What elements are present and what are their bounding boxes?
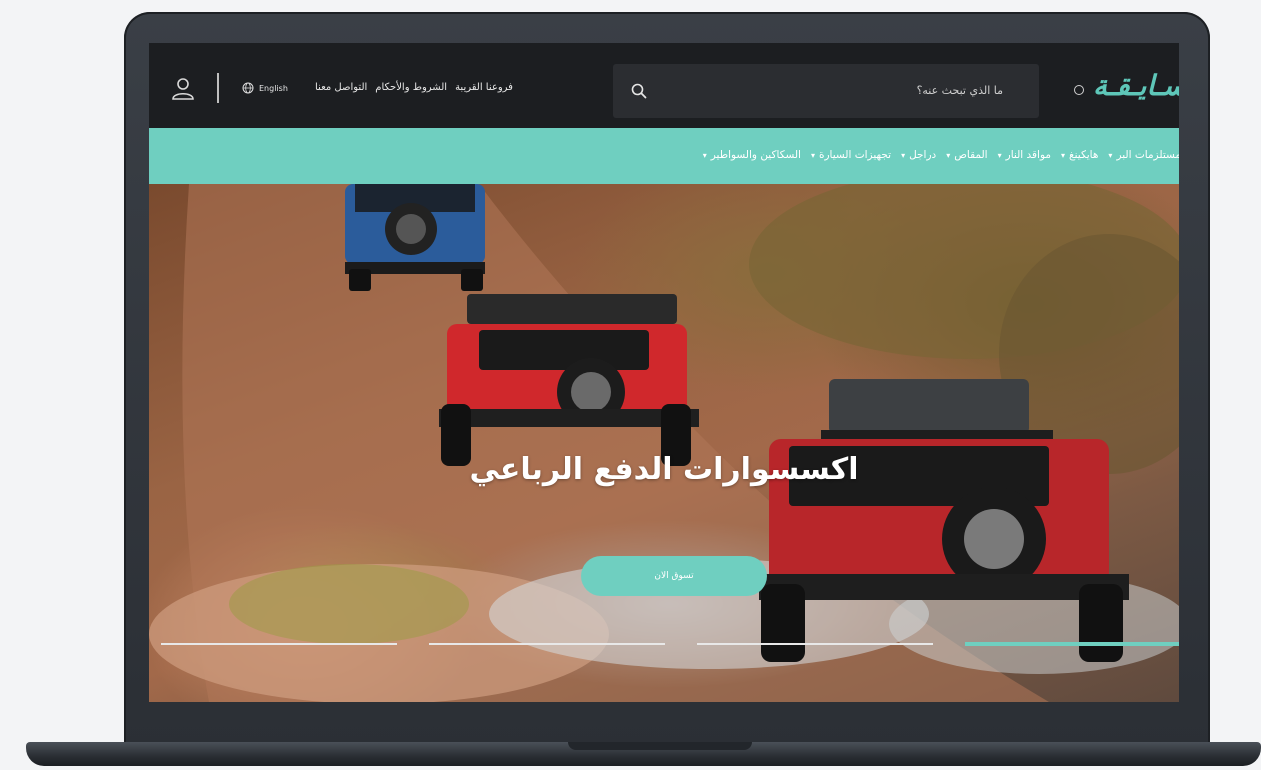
slide-indicator-3[interactable]	[697, 643, 933, 645]
nav-label: تجهيزات السيارة	[818, 149, 892, 161]
user-icon[interactable]	[171, 76, 195, 100]
laptop-screen: English فروعنا القريبة الشروط والأحكام ا…	[149, 43, 1179, 702]
nav-label: دراجل	[909, 149, 937, 161]
shop-now-button[interactable]: تسوق الان	[581, 556, 767, 596]
link-contact[interactable]: التواصل معنا	[315, 82, 367, 93]
hero-title: اكسسوارات الدفع الرباعي	[469, 452, 859, 487]
search-input[interactable]: ما الذي تبحث عنه؟	[613, 64, 1039, 118]
slide-indicator-2[interactable]	[429, 643, 665, 645]
slider-indicators	[161, 642, 1179, 647]
registered-mark-icon	[1074, 85, 1084, 95]
language-switch[interactable]: English	[242, 82, 288, 94]
link-nearby-branches[interactable]: فروعنا القريبة	[455, 82, 513, 93]
nav-item-bikes[interactable]: دراجل ▾	[901, 149, 936, 161]
search-placeholder: ما الذي تبحث عنه؟	[916, 84, 1003, 97]
chevron-down-icon: ▾	[810, 150, 815, 160]
slide-indicator-4[interactable]	[965, 642, 1179, 646]
nav-item-fire-stoves[interactable]: مواقد النار ▾	[998, 149, 1051, 161]
chevron-down-icon: ▾	[946, 150, 951, 160]
chevron-down-icon: ▾	[997, 150, 1002, 160]
nav-label: المقاص	[954, 149, 988, 161]
chevron-down-icon: ▾	[1061, 150, 1066, 160]
slide-indicator-1[interactable]	[161, 643, 397, 645]
language-label: English	[259, 83, 288, 93]
nav-label: هايكينغ	[1069, 149, 1099, 161]
chevron-down-icon: ▾	[1108, 150, 1113, 160]
nav-item-outdoor-supplies[interactable]: مستلزمات البر ▾	[1108, 149, 1179, 161]
chevron-down-icon: ▾	[901, 150, 906, 160]
brand-logo[interactable]: سـايـقـة	[1093, 69, 1179, 102]
nav-label: مستلزمات البر	[1116, 149, 1179, 161]
chevron-down-icon: ▾	[702, 150, 707, 160]
nav-item-knives[interactable]: السكاكين والسواطير ▾	[703, 149, 801, 161]
nav-label: السكاكين والسواطير	[710, 149, 801, 161]
nav-item-car-equipment[interactable]: تجهيزات السيارة ▾	[811, 149, 891, 161]
header-divider	[217, 73, 219, 103]
laptop-notch	[568, 742, 752, 750]
link-terms[interactable]: الشروط والأحكام	[375, 82, 447, 93]
hero-image	[149, 184, 1179, 702]
globe-icon	[242, 82, 254, 94]
nav-label: مواقد النار	[1005, 149, 1052, 161]
top-header: English فروعنا القريبة الشروط والأحكام ا…	[149, 43, 1179, 128]
search-icon[interactable]	[631, 83, 647, 99]
nav-item-hiking[interactable]: هايكينغ ▾	[1061, 149, 1098, 161]
category-navbar: مستلزمات البر ▾ هايكينغ ▾ مواقد النار ▾ الم…	[149, 128, 1179, 184]
header-links: فروعنا القريبة الشروط والأحكام التواصل م…	[315, 82, 513, 93]
nav-item-cutters[interactable]: المقاص ▾	[946, 149, 987, 161]
hero-banner[interactable]: اكسسوارات الدفع الرباعي تسوق الان	[149, 184, 1179, 702]
